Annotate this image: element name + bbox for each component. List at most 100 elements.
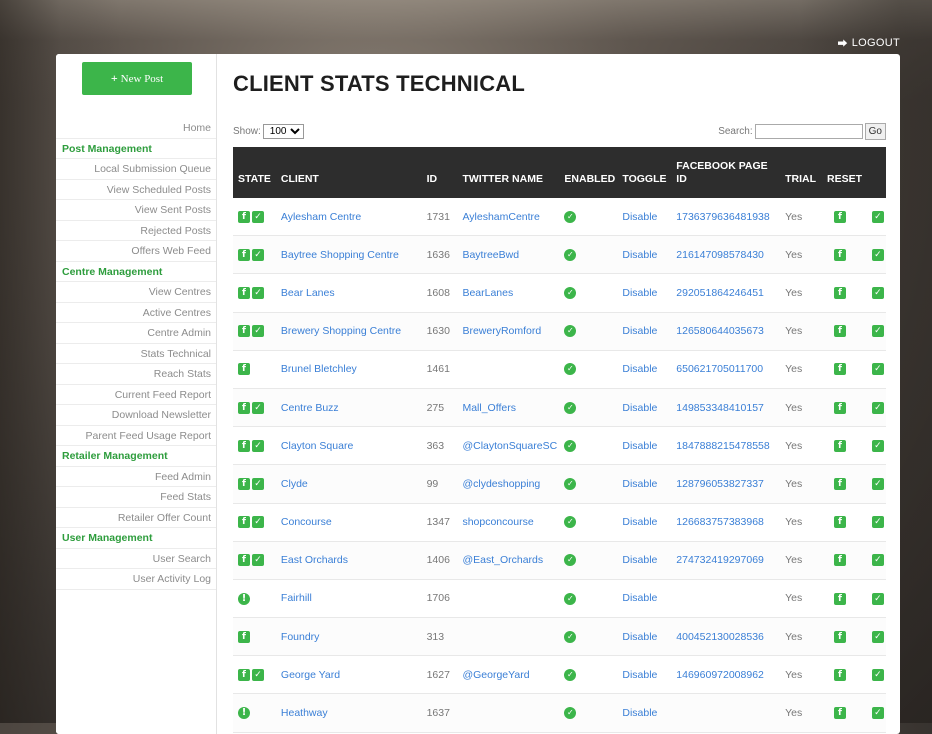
- reset-facebook-icon[interactable]: f: [834, 630, 846, 643]
- disable-link[interactable]: Disable: [622, 707, 657, 719]
- sidebar-item-offers-web-feed[interactable]: Offers Web Feed: [56, 241, 216, 262]
- reset-facebook-icon[interactable]: f: [834, 707, 846, 720]
- reset-twitter-icon[interactable]: ✓: [871, 478, 884, 491]
- facebook-id-link[interactable]: 128796053827337: [676, 478, 764, 490]
- search-input[interactable]: [754, 124, 863, 139]
- reset-twitter-icon[interactable]: ✓: [871, 325, 884, 338]
- reset-twitter-icon[interactable]: ✓: [871, 210, 884, 223]
- sidebar-item-view-sent-posts[interactable]: View Sent Posts: [56, 200, 216, 221]
- twitter-link[interactable]: @GeorgeYard: [462, 669, 529, 681]
- sidebar-item-parent-feed-usage-report[interactable]: Parent Feed Usage Report: [56, 426, 216, 446]
- client-link[interactable]: East Orchards: [281, 554, 348, 566]
- sidebar-item-view-centres[interactable]: View Centres: [56, 282, 216, 303]
- disable-link[interactable]: Disable: [622, 287, 657, 299]
- reset-twitter-icon[interactable]: ✓: [871, 439, 884, 452]
- sidebar-item-reach-stats[interactable]: Reach Stats: [56, 364, 216, 385]
- sidebar-item-active-centres[interactable]: Active Centres: [56, 303, 216, 323]
- disable-link[interactable]: Disable: [622, 363, 657, 375]
- disable-link[interactable]: Disable: [622, 631, 657, 643]
- reset-twitter-icon[interactable]: ✓: [871, 707, 884, 720]
- reset-twitter-icon[interactable]: ✓: [871, 363, 884, 376]
- reset-twitter-icon[interactable]: ✓: [871, 630, 884, 643]
- sidebar-item-feed-stats[interactable]: Feed Stats: [56, 487, 216, 508]
- twitter-link[interactable]: AyleshamCentre: [462, 211, 539, 223]
- reset-facebook-icon[interactable]: f: [834, 363, 846, 376]
- twitter-link[interactable]: Mall_Offers: [462, 402, 516, 414]
- twitter-link[interactable]: @clydeshopping: [462, 478, 540, 490]
- client-link[interactable]: Fairhill: [281, 592, 312, 604]
- disable-link[interactable]: Disable: [622, 249, 657, 261]
- reset-facebook-icon[interactable]: f: [834, 516, 846, 529]
- facebook-id-link[interactable]: 1847888215478558: [676, 440, 769, 452]
- facebook-id-link[interactable]: 1736379636481938: [676, 211, 769, 223]
- disable-link[interactable]: Disable: [622, 211, 657, 223]
- facebook-id-link[interactable]: 292051864246451: [676, 287, 764, 299]
- reset-facebook-icon[interactable]: f: [834, 668, 846, 681]
- reset-facebook-icon[interactable]: f: [834, 592, 846, 605]
- reset-facebook-icon[interactable]: f: [834, 325, 846, 338]
- reset-facebook-icon[interactable]: f: [834, 439, 846, 452]
- reset-facebook-icon[interactable]: f: [834, 248, 846, 261]
- facebook-id-link[interactable]: 149853348410157: [676, 402, 764, 414]
- sidebar-item-stats-technical[interactable]: Stats Technical: [56, 344, 216, 364]
- client-link[interactable]: Concourse: [281, 516, 332, 528]
- show-entries-select[interactable]: 100: [262, 124, 304, 139]
- client-link[interactable]: George Yard: [281, 669, 340, 681]
- go-button[interactable]: Go: [864, 123, 886, 140]
- reset-twitter-icon[interactable]: ✓: [871, 516, 884, 529]
- facebook-id-link[interactable]: 126683757383968: [676, 516, 764, 528]
- disable-link[interactable]: Disable: [622, 402, 657, 414]
- client-link[interactable]: Baytree Shopping Centre: [281, 249, 399, 261]
- reset-twitter-icon[interactable]: ✓: [871, 554, 884, 567]
- client-link[interactable]: Bear Lanes: [281, 287, 335, 299]
- twitter-link[interactable]: @East_Orchards: [462, 554, 543, 566]
- logout-link[interactable]: ⮕ LOGOUT: [837, 35, 900, 51]
- disable-link[interactable]: Disable: [622, 440, 657, 452]
- sidebar-item-rejected-posts[interactable]: Rejected Posts: [56, 221, 216, 241]
- sidebar-item-feed-admin[interactable]: Feed Admin: [56, 467, 216, 487]
- disable-link[interactable]: Disable: [622, 592, 657, 604]
- facebook-id-link[interactable]: 146960972008962: [676, 669, 764, 681]
- sidebar-item-user-activity-log[interactable]: User Activity Log: [56, 569, 216, 590]
- reset-facebook-icon[interactable]: f: [834, 554, 846, 567]
- sidebar-item-local-submission-queue[interactable]: Local Submission Queue: [56, 159, 216, 180]
- twitter-link[interactable]: BreweryRomford: [462, 325, 541, 337]
- reset-facebook-icon[interactable]: f: [834, 478, 846, 491]
- reset-twitter-icon[interactable]: ✓: [871, 668, 884, 681]
- reset-twitter-icon[interactable]: ✓: [871, 401, 884, 414]
- reset-twitter-icon[interactable]: ✓: [871, 248, 884, 261]
- sidebar-item-centre-admin[interactable]: Centre Admin: [56, 323, 216, 344]
- disable-link[interactable]: Disable: [622, 554, 657, 566]
- client-link[interactable]: Brunel Bletchley: [281, 363, 357, 375]
- twitter-link[interactable]: @ClaytonSquareSC: [462, 440, 557, 452]
- reset-facebook-icon[interactable]: f: [834, 401, 846, 414]
- reset-facebook-icon[interactable]: f: [834, 210, 846, 223]
- facebook-id-link[interactable]: 400452130028536: [676, 631, 764, 643]
- disable-link[interactable]: Disable: [622, 669, 657, 681]
- twitter-link[interactable]: BaytreeBwd: [462, 249, 519, 261]
- sidebar-item-download-newsletter[interactable]: Download Newsletter: [56, 405, 216, 426]
- client-link[interactable]: Clyde: [281, 478, 308, 490]
- sidebar-item-current-feed-report[interactable]: Current Feed Report: [56, 385, 216, 405]
- facebook-id-link[interactable]: 126580644035673: [676, 325, 764, 337]
- sidebar-item-home[interactable]: Home: [56, 118, 216, 139]
- client-link[interactable]: Centre Buzz: [281, 402, 339, 414]
- client-link[interactable]: Heathway: [281, 707, 328, 719]
- reset-facebook-icon[interactable]: f: [834, 287, 846, 300]
- twitter-link[interactable]: shopconcourse: [462, 516, 533, 528]
- sidebar-item-user-search[interactable]: User Search: [56, 549, 216, 569]
- new-post-button[interactable]: + New Post: [82, 62, 192, 95]
- twitter-link[interactable]: BearLanes: [462, 287, 513, 299]
- reset-twitter-icon[interactable]: ✓: [871, 287, 884, 300]
- client-link[interactable]: Aylesham Centre: [281, 211, 361, 223]
- sidebar-item-view-scheduled-posts[interactable]: View Scheduled Posts: [56, 180, 216, 200]
- facebook-id-link[interactable]: 216147098578430: [676, 249, 764, 261]
- client-link[interactable]: Brewery Shopping Centre: [281, 325, 401, 337]
- disable-link[interactable]: Disable: [622, 516, 657, 528]
- client-link[interactable]: Foundry: [281, 631, 320, 643]
- reset-twitter-icon[interactable]: ✓: [871, 592, 884, 605]
- facebook-id-link[interactable]: 274732419297069: [676, 554, 764, 566]
- disable-link[interactable]: Disable: [622, 325, 657, 337]
- facebook-id-link[interactable]: 650621705011700: [676, 363, 763, 375]
- disable-link[interactable]: Disable: [622, 478, 657, 490]
